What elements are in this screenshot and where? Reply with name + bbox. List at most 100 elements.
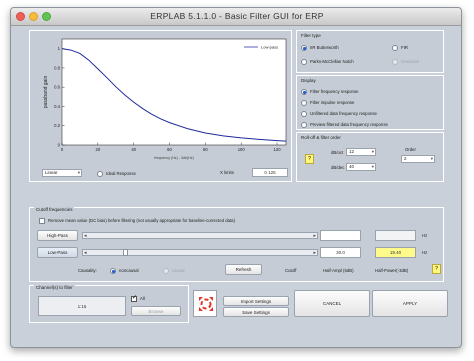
x-limits-label: X limits bbox=[220, 170, 234, 175]
plot-panel: 0 0.2 0.4 0.6 0.8 1 0 20 40 60 80 100 120 Low-pass p… bbox=[29, 30, 292, 182]
ideal-response-checkbox[interactable] bbox=[97, 171, 103, 177]
y-axis-label: passband gain bbox=[43, 76, 49, 109]
causal-radio bbox=[163, 268, 169, 274]
cutoff-panel: Cutoff frequencies Remove mean value (DC… bbox=[29, 207, 444, 282]
rolloff-title: Roll-off & filter order bbox=[301, 135, 341, 140]
save-settings-button[interactable]: Save Settings bbox=[223, 307, 289, 317]
lowpass-cutoff-input[interactable]: 30.0 bbox=[320, 247, 361, 258]
cutoff-help-button[interactable]: ? bbox=[432, 264, 441, 274]
channels-title: Channel(s) to filter bbox=[34, 285, 75, 290]
chevron-down-icon: ▾ bbox=[371, 164, 374, 169]
x-tick-label: 120 bbox=[274, 147, 282, 152]
title-bar: ERPLAB 5.1.1.0 - Basic Filter GUI for ER… bbox=[11, 8, 461, 26]
reset-button[interactable] bbox=[193, 290, 217, 317]
scale-select[interactable]: Linear ▾ bbox=[42, 169, 82, 177]
lowpass-slider[interactable]: ◂ ▸ bbox=[82, 249, 318, 256]
all-channels-label: All bbox=[140, 296, 145, 301]
rolloff-help-button[interactable]: ? bbox=[305, 154, 314, 164]
chevron-down-icon: ▾ bbox=[371, 149, 374, 154]
checkmark-icon: ✓ bbox=[132, 295, 138, 301]
db-dec-select[interactable]: 40 ▾ bbox=[346, 163, 376, 171]
slider-right-arrow-icon[interactable]: ▸ bbox=[313, 233, 316, 239]
display-title: Display bbox=[301, 78, 316, 83]
x-tick-label: 0 bbox=[61, 147, 64, 152]
iir-butterworth-label: IIR Butterworth bbox=[310, 45, 339, 50]
highpass-unit-label: Hz bbox=[422, 233, 428, 238]
filter-type-panel: Filter type IIR Butterworth FIR Parks-Mc… bbox=[296, 30, 444, 73]
impulse-response-radio[interactable] bbox=[301, 100, 307, 106]
causal-label: causal bbox=[172, 268, 185, 273]
x-axis-label: frequency (Hz) - 3db(Hz) bbox=[154, 156, 194, 160]
order-select[interactable]: 2 ▾ bbox=[401, 155, 435, 163]
all-channels-checkbox[interactable]: ✓ bbox=[131, 295, 138, 302]
half-power-label: Half-Power(-3dB) bbox=[375, 268, 409, 273]
filter-type-title: Filter type bbox=[301, 33, 321, 38]
db-oct-label: dB/oct bbox=[331, 150, 344, 155]
x-tick-label: 20 bbox=[96, 147, 101, 152]
refresh-button[interactable]: Refresh bbox=[225, 264, 262, 275]
legend-label: Low-pass bbox=[261, 45, 278, 50]
slider-left-arrow-icon[interactable]: ◂ bbox=[84, 233, 87, 239]
highpass-halfpower-input[interactable] bbox=[375, 230, 416, 241]
window-title: ERPLAB 5.1.1.0 - Basic Filter GUI for ER… bbox=[150, 11, 324, 21]
display-panel: Display Filter frequency response Filter… bbox=[296, 75, 444, 130]
highpass-slider[interactable]: ◂ ▸ bbox=[82, 232, 318, 239]
import-settings-button[interactable]: Import Settings bbox=[223, 296, 289, 306]
order-label: Order bbox=[405, 147, 416, 152]
frequency-response-radio[interactable] bbox=[301, 89, 307, 95]
db-oct-value: 12 bbox=[349, 149, 355, 154]
db-oct-select[interactable]: 12 ▾ bbox=[346, 148, 376, 156]
chevron-down-icon: ▾ bbox=[77, 170, 80, 175]
parks-mcclellan-label: Parks-McClellan Notch bbox=[310, 59, 354, 64]
noncausal-radio[interactable] bbox=[110, 268, 116, 274]
fir-label: FIR bbox=[401, 45, 408, 50]
lowpass-slider-thumb[interactable] bbox=[123, 249, 128, 256]
ideal-response-label: Ideal Response bbox=[106, 171, 136, 176]
remove-mean-label: Remove mean value (DC bias) before filte… bbox=[48, 218, 236, 223]
chevron-down-icon: ▾ bbox=[430, 156, 433, 161]
gaussian-label: Gaussian bbox=[401, 59, 420, 64]
preview-filtered-radio[interactable] bbox=[301, 122, 307, 128]
channels-panel: Channel(s) to filter 1:16 ✓ All Browse bbox=[29, 285, 189, 323]
gaussian-radio bbox=[392, 59, 398, 65]
db-dec-label: dB/dec bbox=[331, 165, 345, 170]
apply-button[interactable]: APPLY bbox=[372, 290, 448, 317]
x-tick-label: 80 bbox=[203, 147, 208, 152]
order-value: 2 bbox=[404, 156, 407, 161]
frequency-response-label: Filter frequency response bbox=[310, 89, 359, 94]
lowpass-halfpower-input[interactable]: 19.40 bbox=[375, 247, 416, 258]
unfiltered-response-label: Unfiltered data frequency response bbox=[310, 111, 377, 116]
lowpass-unit-label: Hz bbox=[422, 250, 428, 255]
expand-arrows-icon bbox=[199, 297, 213, 311]
preview-filtered-label: Preview filtered data frequency response bbox=[310, 122, 388, 127]
remove-mean-checkbox[interactable] bbox=[39, 218, 45, 224]
y-tick-label: 1 bbox=[58, 46, 61, 51]
cutoff-column-label: Cutoff bbox=[285, 268, 297, 273]
y-tick-label: 0.4 bbox=[54, 104, 60, 109]
noncausal-label: noncausal bbox=[119, 268, 139, 273]
impulse-response-label: Filter impulse response bbox=[310, 100, 355, 105]
channels-input[interactable]: 1:16 bbox=[38, 296, 126, 316]
causality-label: Causality: bbox=[78, 268, 97, 273]
unfiltered-response-radio[interactable] bbox=[301, 111, 307, 117]
highpass-cutoff-input[interactable] bbox=[320, 230, 361, 241]
y-tick-label: 0.8 bbox=[54, 65, 60, 70]
lowpass-button[interactable]: Low-Pass bbox=[37, 247, 78, 258]
scale-select-value: Linear bbox=[45, 170, 58, 175]
slider-right-arrow-icon[interactable]: ▸ bbox=[313, 250, 316, 256]
x-limits-input[interactable]: 0 125 bbox=[252, 168, 288, 177]
db-dec-value: 40 bbox=[349, 164, 355, 169]
slider-left-arrow-icon[interactable]: ◂ bbox=[84, 250, 87, 256]
x-tick-label: 100 bbox=[238, 147, 246, 152]
x-tick-label: 60 bbox=[167, 147, 172, 152]
app-window: ERPLAB 5.1.1.0 - Basic Filter GUI for ER… bbox=[10, 7, 462, 348]
rolloff-panel: Roll-off & filter order ? dB/oct 12 ▾ dB/… bbox=[296, 132, 444, 182]
parks-mcclellan-radio[interactable] bbox=[301, 59, 307, 65]
cancel-button[interactable]: CANCEL bbox=[294, 290, 370, 317]
fir-radio[interactable] bbox=[392, 45, 398, 51]
y-tick-label: 0.6 bbox=[54, 85, 60, 90]
iir-butterworth-radio[interactable] bbox=[301, 45, 307, 51]
half-amp-label: Half-Ampl (6dB) bbox=[323, 268, 354, 273]
browse-button: Browse bbox=[131, 306, 181, 316]
highpass-button[interactable]: High-Pass bbox=[37, 230, 78, 241]
